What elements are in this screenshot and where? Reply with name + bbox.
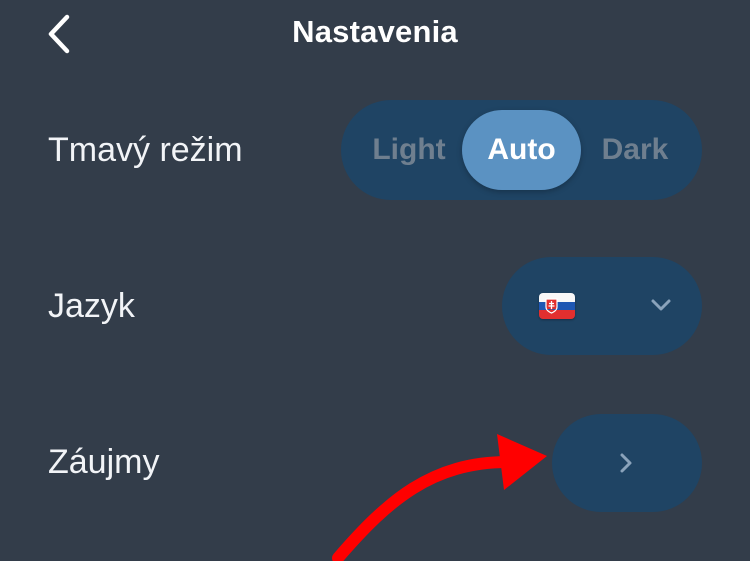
page-title: Nastavenia xyxy=(292,14,458,49)
dark-mode-option-light[interactable]: Light xyxy=(359,110,459,190)
dark-mode-option-dark[interactable]: Dark xyxy=(587,110,683,190)
dark-mode-label: Tmavý režim xyxy=(48,131,243,169)
dark-mode-segmented-control: Light Auto Dark xyxy=(341,100,702,200)
interests-button[interactable] xyxy=(552,414,702,512)
language-select[interactable] xyxy=(502,257,702,355)
language-label: Jazyk xyxy=(48,287,135,325)
interests-label: Záujmy xyxy=(48,443,160,481)
chevron-right-icon xyxy=(620,453,632,473)
slovakia-flag-icon xyxy=(539,293,575,319)
chevron-down-icon xyxy=(651,299,671,311)
dark-mode-option-auto[interactable]: Auto xyxy=(462,110,581,190)
header: Nastavenia xyxy=(0,0,750,70)
